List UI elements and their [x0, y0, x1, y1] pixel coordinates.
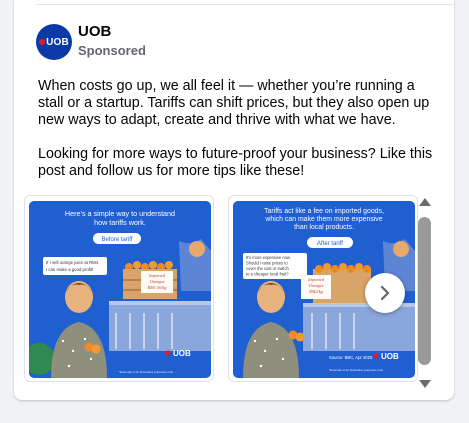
post-paragraph: When costs go up, we all feel it — wheth… — [38, 78, 430, 128]
sponsored-label[interactable]: Sponsored — [78, 43, 146, 58]
author-name[interactable]: UOB — [78, 23, 111, 40]
triangle-up-icon[interactable] — [419, 198, 431, 206]
slide-brand: UOB — [173, 349, 191, 358]
carousel-slide-1[interactable]: Here’s a simple way to understand how ta… — [24, 195, 214, 382]
speech-text: Should I raise prices to — [246, 261, 288, 266]
avatar[interactable]: UOB — [36, 24, 72, 60]
image-carousel: Here’s a simple way to understand how ta… — [14, 183, 454, 385]
divider — [36, 4, 454, 5]
speech-text: I can make a good profit! — [46, 267, 93, 272]
speech-text: to a cheaper local fruit? — [246, 272, 289, 277]
slide-footnote: *Example is for illustrative purposes on… — [119, 370, 174, 374]
slide-headline: Tariffs act like a fee on imported goods… — [264, 208, 384, 215]
slide-illustration: Here’s a simple way to understand how ta… — [29, 201, 211, 378]
slide-brand: UOB — [381, 352, 399, 361]
slide-headline: which can make them more expensive — [264, 216, 382, 223]
slide-pill: After tariff — [317, 241, 343, 247]
speech-text: It’s more expensive now. — [246, 255, 291, 260]
slide-footnote: *Example is for illustrative purposes on… — [329, 368, 384, 372]
carousel-next-button[interactable] — [365, 273, 405, 313]
speech-text: cover the cost or switch — [246, 266, 289, 271]
price-sign: RM1.50/kg — [147, 285, 168, 290]
price-sign: Oranges — [309, 283, 324, 288]
slide-source: Source: BBC, Apr 2025 — [329, 355, 373, 360]
post-body: When costs go up, we all feel it — wheth… — [38, 78, 433, 180]
slide-pill: Before tariff — [102, 237, 133, 243]
price-sign: RM2/kg — [308, 289, 323, 294]
avatar-logo-text: UOB — [46, 36, 69, 48]
sponsored-post-card: UOB UOB Sponsored When costs go up, we a… — [14, 0, 454, 400]
scrollbar-thumb[interactable] — [418, 217, 431, 365]
chevron-right-icon — [380, 285, 390, 301]
vertical-scrollbar[interactable] — [416, 192, 434, 392]
speech-text: If I sell orange juice at RM4, — [46, 260, 99, 265]
uob-logo-dot — [39, 39, 46, 45]
price-sign: Imported — [307, 277, 325, 282]
post-paragraph: Looking for more ways to future-proof yo… — [38, 146, 433, 179]
slide-headline: how tariffs work. — [94, 218, 146, 227]
slide-headline: Here’s a simple way to understand — [65, 209, 175, 218]
price-sign: Imported — [148, 273, 166, 278]
price-sign: Oranges — [150, 279, 165, 284]
slide-headline: than local products. — [294, 224, 354, 231]
triangle-down-icon[interactable] — [419, 380, 431, 388]
